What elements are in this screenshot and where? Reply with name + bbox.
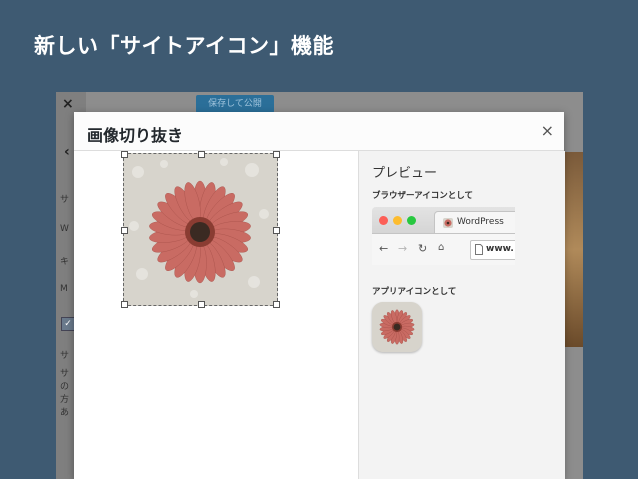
background-save-publish-button[interactable]: 保存して公開 (196, 95, 274, 113)
home-icon: ⌂ (438, 242, 445, 253)
preview-panel: プレビュー ブラウザーアイコンとして WordPress ← → ↻ ⌂ www… (358, 151, 565, 479)
app-icon-preview (372, 302, 422, 352)
back-arrow-icon: ← (379, 242, 389, 255)
reload-icon: ↻ (418, 242, 428, 255)
background-back-icon[interactable]: ‹ (64, 144, 70, 160)
page-icon (475, 244, 483, 255)
crop-handle-right[interactable] (273, 227, 280, 234)
browser-tab: WordPress (434, 211, 515, 234)
traffic-light-yellow (393, 216, 402, 225)
image-crop-modal: 画像切り抜き × プレビュー ブラウザーアイコンとして WordPress ← … (74, 112, 565, 479)
background-fragment: M (60, 284, 68, 294)
tab-title: WordPress (457, 217, 504, 227)
close-icon[interactable]: × (541, 121, 554, 140)
url-bar: www. (470, 240, 515, 260)
forward-arrow-icon: → (398, 242, 408, 255)
app-flower-image (379, 309, 415, 345)
background-fragment: W (60, 224, 69, 234)
background-close-icon[interactable]: × (62, 96, 74, 112)
browser-tabbar: WordPress (372, 207, 515, 234)
crop-handle-left[interactable] (121, 227, 128, 234)
crop-area (74, 151, 358, 479)
background-fragment: あ (60, 408, 70, 418)
background-fragment: キ (60, 257, 70, 267)
background-fragment: サ (60, 195, 70, 205)
flower-image (129, 158, 269, 298)
url-text: www. (486, 244, 514, 254)
modal-title: 画像切り抜き (87, 126, 184, 145)
browser-icon-preview: WordPress ← → ↻ ⌂ www. (372, 207, 515, 265)
modal-header: 画像切り抜き × (74, 112, 564, 151)
background-fragment: の (60, 382, 70, 392)
crop-handle-bottom-right[interactable] (273, 301, 280, 308)
background-fragment: サ (60, 351, 70, 361)
crop-selection[interactable] (121, 151, 280, 308)
browser-icon-label: ブラウザーアイコンとして (372, 191, 473, 201)
background-fragment: サ (60, 369, 70, 379)
app-icon-label: アプリアイコンとして (372, 287, 457, 297)
traffic-light-red (379, 216, 388, 225)
background-fragment: 方 (60, 395, 70, 405)
browser-toolbar: ← → ↻ ⌂ www. (372, 233, 515, 265)
slide-title: 新しい「サイトアイコン」機能 (34, 34, 334, 58)
traffic-light-green (407, 216, 416, 225)
crop-handle-top-right[interactable] (273, 151, 280, 158)
background-checkbox[interactable]: ✓ (61, 317, 75, 331)
crop-handle-top[interactable] (198, 151, 205, 158)
crop-handle-top-left[interactable] (121, 151, 128, 158)
preview-heading: プレビュー (372, 166, 438, 181)
crop-handle-bottom[interactable] (198, 301, 205, 308)
crop-handle-bottom-left[interactable] (121, 301, 128, 308)
favicon-icon (443, 218, 453, 228)
background-site-preview (563, 152, 583, 347)
